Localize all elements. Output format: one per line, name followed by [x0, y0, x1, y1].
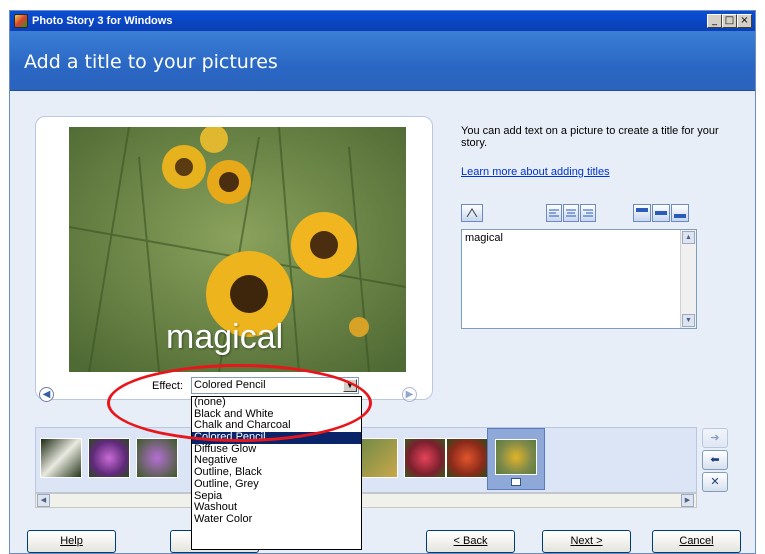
preview-card: magical — [35, 116, 433, 400]
minimize-button[interactable]: _ — [707, 14, 722, 28]
cancel-button[interactable]: Cancel — [652, 530, 741, 553]
filmstrip — [35, 427, 697, 493]
text-scrollbar[interactable]: ▲ ▼ — [680, 230, 696, 328]
next-button[interactable]: Next > — [542, 530, 631, 553]
bottom-button-bar — [10, 521, 755, 553]
font-button[interactable] — [461, 204, 483, 222]
thumbnail-image — [495, 439, 537, 475]
move-left-button[interactable]: ⬅ — [702, 450, 728, 470]
close-button[interactable]: × — [737, 14, 752, 28]
thumbnail[interactable] — [404, 438, 446, 478]
title-edit-icon — [511, 478, 521, 486]
help-button[interactable]: Help — [27, 530, 116, 553]
align-center-icon — [566, 209, 576, 217]
app-window: Photo Story 3 for Windows _ □ × Add a ti… — [9, 10, 756, 554]
page-header: Add a title to your pictures — [10, 31, 755, 91]
back-button[interactable]: < Back — [426, 530, 515, 553]
title-overlay-text: magical — [166, 318, 284, 356]
window-title: Photo Story 3 for Windows — [32, 15, 173, 27]
position-bottom-icon — [674, 214, 686, 218]
previous-picture-button[interactable]: ◀ — [39, 387, 54, 402]
align-left-icon — [549, 209, 559, 217]
position-bottom-button[interactable] — [671, 204, 689, 222]
title-bar: Photo Story 3 for Windows _ □ × — [10, 11, 755, 31]
thumbnail[interactable] — [136, 438, 178, 478]
filmstrip-scrollbar[interactable]: ◀ ▶ — [35, 493, 697, 508]
thumbnail[interactable] — [88, 438, 130, 478]
align-right-button[interactable] — [580, 204, 596, 222]
font-icon — [466, 208, 478, 218]
effect-option[interactable]: Water Color — [192, 513, 361, 526]
title-text-value: magical — [465, 232, 503, 244]
scroll-up-icon[interactable]: ▲ — [682, 231, 695, 244]
effect-option[interactable]: Outline, Grey — [192, 478, 361, 491]
align-right-icon — [583, 209, 593, 217]
next-picture-button[interactable]: ▶ — [402, 387, 417, 402]
move-right-button[interactable]: ➜ — [702, 428, 728, 448]
learn-more-link[interactable]: Learn more about adding titles — [461, 166, 610, 178]
scroll-right-icon[interactable]: ▶ — [681, 494, 694, 507]
align-left-button[interactable] — [546, 204, 562, 222]
picture-preview: magical — [69, 127, 406, 372]
align-center-button[interactable] — [563, 204, 579, 222]
maximize-button[interactable]: □ — [722, 14, 737, 28]
help-text: You can add text on a picture to create … — [461, 125, 719, 149]
photo-story-app-icon — [14, 14, 28, 28]
thumbnail[interactable] — [40, 438, 82, 478]
position-middle-button[interactable] — [652, 204, 670, 222]
position-top-button[interactable] — [633, 204, 651, 222]
remove-picture-button[interactable]: ✕ — [702, 472, 728, 492]
page-title: Add a title to your pictures — [24, 51, 278, 73]
selected-thumbnail[interactable] — [487, 428, 545, 490]
thumbnail[interactable] — [446, 438, 488, 478]
thumbnail[interactable] — [356, 438, 398, 478]
title-text-input[interactable]: magical ▲ ▼ — [461, 229, 697, 329]
scroll-left-icon[interactable]: ◀ — [37, 494, 50, 507]
highlight-annotation — [107, 364, 372, 442]
position-middle-icon — [655, 211, 667, 215]
scroll-down-icon[interactable]: ▼ — [682, 314, 695, 327]
position-top-icon — [636, 208, 648, 212]
